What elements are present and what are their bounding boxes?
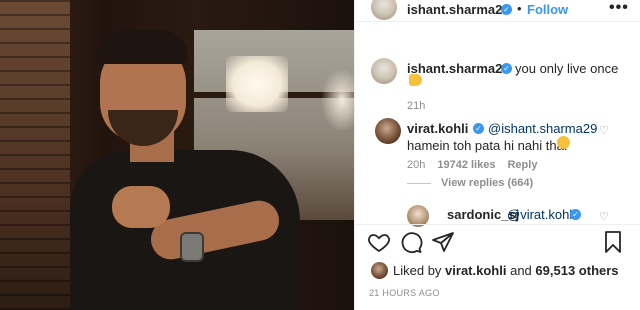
verified-badge-icon: ✓ [501,63,512,74]
comment-like-heart-icon[interactable]: ♡ [599,210,609,223]
comment-mention[interactable]: @virat.kohli [507,207,575,222]
comment-username[interactable]: virat.kohli [407,121,468,136]
comment-text: hamein toh pata hi nahi tha. [407,138,568,153]
heart-icon[interactable] [367,230,393,256]
post-timestamp[interactable]: 21 HOURS AGO [369,288,440,298]
caption-text: you only live once [515,61,619,76]
comment-mention[interactable]: @ishant.sharma29 [488,121,597,136]
separator-dot: • [517,1,522,16]
likes-user[interactable]: virat.kohli [445,263,506,278]
follow-button[interactable]: Follow [527,2,568,17]
lamp-light-2 [322,70,354,130]
likes-count[interactable]: 69,513 others [535,263,618,278]
call-me-hand-emoji-icon [409,74,422,86]
share-icon[interactable] [431,230,457,256]
replies-divider-line [407,183,431,184]
action-bar [355,230,640,256]
comment-avatar[interactable] [375,118,401,144]
hair [96,30,188,64]
view-replies-button[interactable]: View replies (664) [441,177,533,189]
post-panel: ishant.sharma29 ✓ • Follow ••• ishant.sh… [354,0,640,310]
more-options-icon[interactable]: ••• [609,0,629,17]
comment-likes[interactable]: 19742 likes [437,159,495,171]
likes-and: and [510,263,532,278]
actions-divider [355,224,640,225]
comment-like-heart-icon[interactable]: ♡ [599,124,609,137]
liker-avatar[interactable] [371,262,388,279]
verified-badge-icon: ✓ [570,209,581,220]
comment-time[interactable]: 20h [407,159,425,171]
shaka-hand [112,186,170,228]
caption-avatar[interactable] [371,58,397,84]
post-header: ishant.sharma29 ✓ • Follow ••• [355,0,640,22]
lamp-light [226,56,288,112]
comment-icon[interactable] [399,230,425,256]
caption-timestamp[interactable]: 21h [407,100,425,112]
header-username[interactable]: ishant.sharma29 [407,2,510,17]
likes-prefix: Liked by [393,263,442,278]
post-photo[interactable] [0,0,354,310]
wristwatch [180,232,204,262]
verified-badge-icon: ✓ [501,4,512,15]
reply-button[interactable]: Reply [507,159,537,171]
likes-summary: Liked by virat.kohli and 69,513 others [393,263,619,278]
bookmark-icon[interactable] [601,230,627,256]
comment-meta: 20h 19742 likes Reply [407,159,537,171]
avatar[interactable] [371,0,397,20]
verified-badge-icon: ✓ [473,123,484,134]
laughing-emoji-icon [557,136,570,149]
brick-wall [0,0,70,310]
caption-username[interactable]: ishant.sharma29 [407,61,510,76]
